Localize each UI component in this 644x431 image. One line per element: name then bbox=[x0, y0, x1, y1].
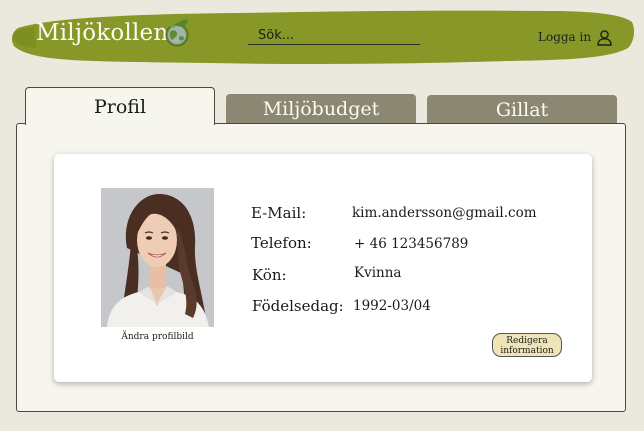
birthday-value: 1992-03/04 bbox=[353, 298, 431, 314]
tab-profil[interactable]: Profil bbox=[25, 87, 215, 125]
change-photo-link[interactable]: Ändra profilbild bbox=[101, 332, 214, 342]
edit-label-line2: information bbox=[500, 346, 554, 356]
birthday-label: Födelsedag: bbox=[252, 297, 344, 315]
profile-card: Ändra profilbild E-Mail: kim.andersson@g… bbox=[54, 154, 592, 382]
gender-value: Kvinna bbox=[354, 265, 402, 281]
login-button[interactable]: Logga in bbox=[538, 27, 613, 47]
search-field[interactable] bbox=[248, 24, 420, 46]
email-value: kim.andersson@gmail.com bbox=[352, 205, 537, 221]
user-icon bbox=[597, 29, 612, 46]
app-logo-text[interactable]: Miljökollen bbox=[36, 20, 168, 46]
email-label: E-Mail: bbox=[251, 204, 307, 222]
edit-information-button[interactable]: Redigera information bbox=[492, 333, 562, 357]
gender-label: Kön: bbox=[252, 266, 287, 284]
phone-label: Telefon: bbox=[251, 234, 312, 252]
edit-label-line1: Redigera bbox=[506, 336, 548, 346]
search-input[interactable] bbox=[248, 25, 420, 46]
login-label: Logga in bbox=[538, 30, 592, 44]
tab-gillat[interactable]: Gillat bbox=[427, 95, 617, 125]
profile-photo-image bbox=[101, 188, 214, 327]
globe-leaf-icon bbox=[165, 19, 189, 47]
phone-value: + 46 123456789 bbox=[354, 236, 469, 252]
tab-miljobudget[interactable]: Miljöbudget bbox=[226, 94, 416, 124]
profile-photo[interactable] bbox=[101, 188, 214, 327]
